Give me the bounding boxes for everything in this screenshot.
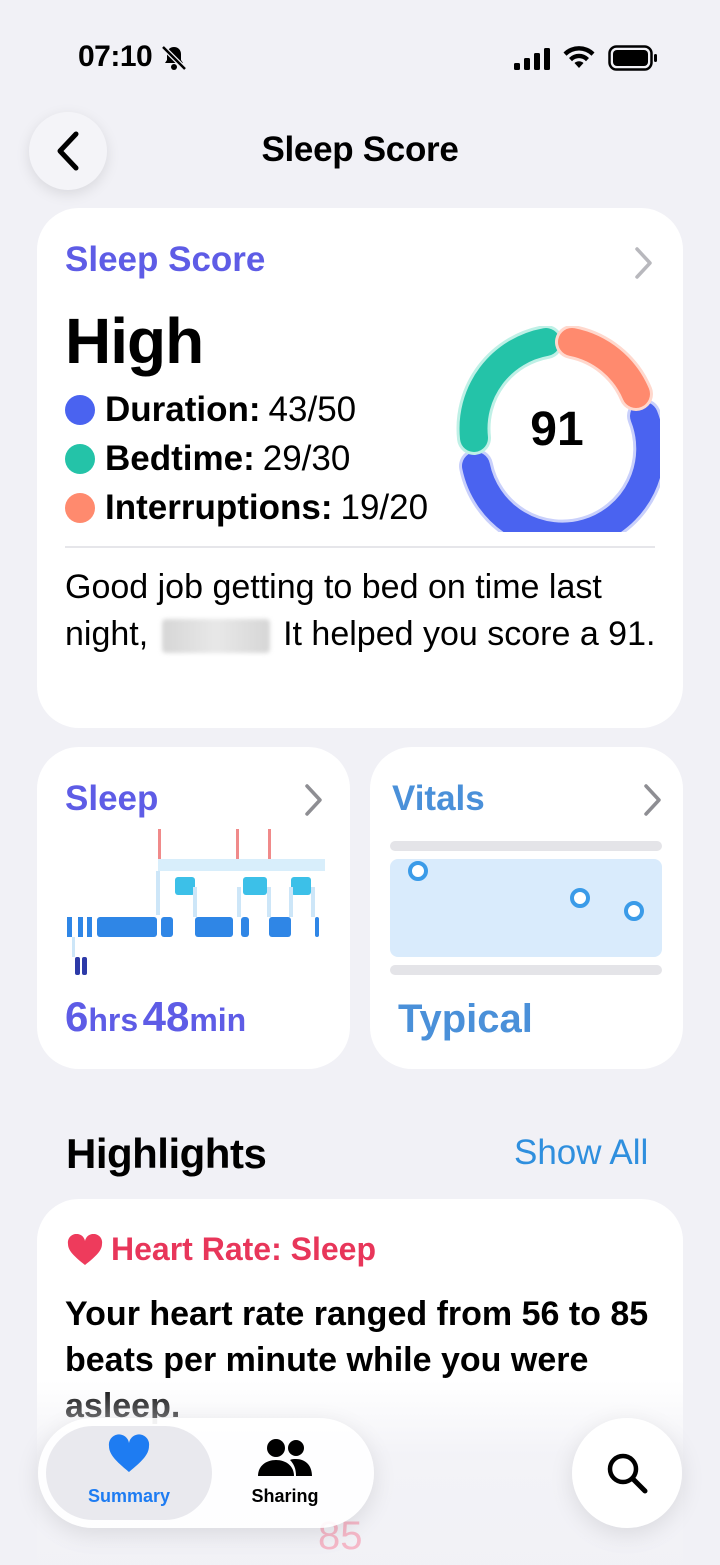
heart-rate-label: Heart Rate: Sleep [111,1231,376,1267]
heart-icon [108,1434,150,1472]
tab-label: Summary [87,1486,171,1506]
show-all-link[interactable]: Show All [514,1133,648,1173]
search-button[interactable] [572,1418,682,1528]
message-part2: It helped you score a 91. [283,615,656,653]
status-time: 07:10 [78,40,153,73]
battery-icon [608,45,657,71]
sleep-score-card[interactable]: Sleep Score High Duration: 43/50 Bedtime… [37,208,683,728]
chevron-right-icon [644,784,661,816]
sleep-stages-chart [67,829,325,975]
metric-label: Duration: [105,390,261,429]
vitals-card[interactable]: Vitals Typical [370,747,683,1069]
duration-minutes-unit: min [189,1002,247,1038]
section-title: Highlights [66,1130,267,1177]
metric-value: 43/50 [268,390,357,429]
score-value: 91 [530,402,584,456]
bedtime-dot-icon [65,444,95,474]
duration-hours: 6 [65,993,89,1040]
chevron-right-icon [635,247,652,279]
card-title: Sleep [65,779,159,818]
metric-label: Bedtime: [105,439,255,478]
tab-summary[interactable]: Summary [46,1426,212,1520]
cellular-signal-icon [514,48,550,70]
card-title: Vitals [392,779,485,818]
sleep-card[interactable]: Sleep 6hrs 48min [37,747,350,1069]
bell-slash-icon [161,45,187,71]
vitals-chart [390,841,662,975]
score-level: High [65,305,204,377]
interruptions-dot-icon [65,493,95,523]
tab-bar: Summary Sharing [38,1418,374,1528]
page-title: Sleep Score [261,130,459,169]
sleep-duration: 6hrs 48min [65,993,246,1041]
metric-value: 19/20 [340,488,429,527]
tab-label: Sharing [251,1486,319,1506]
divider [65,546,655,548]
duration-dot-icon [65,395,95,425]
card-title: Sleep Score [65,240,266,279]
metric-duration: Duration: 43/50 [65,390,356,430]
metric-interruptions: Interruptions: 19/20 [65,488,428,528]
heart-icon [67,1233,103,1265]
metric-label: Interruptions: [105,488,333,527]
duration-minutes: 48 [142,993,190,1040]
vitals-status: Typical [398,997,533,1041]
tab-sharing[interactable]: Sharing [202,1426,368,1520]
wifi-icon [563,46,595,68]
search-icon [607,1453,648,1494]
metric-bedtime: Bedtime: 29/30 [65,439,350,479]
people-icon [258,1439,312,1476]
chevron-right-icon [305,784,322,816]
redacted-name [161,619,270,654]
score-message: Good job getting to bed on time last nig… [65,564,665,658]
heart-rate-title: Heart Rate: Sleep [67,1231,376,1268]
metric-value: 29/30 [262,439,351,478]
duration-hours-unit: hrs [88,1002,139,1038]
